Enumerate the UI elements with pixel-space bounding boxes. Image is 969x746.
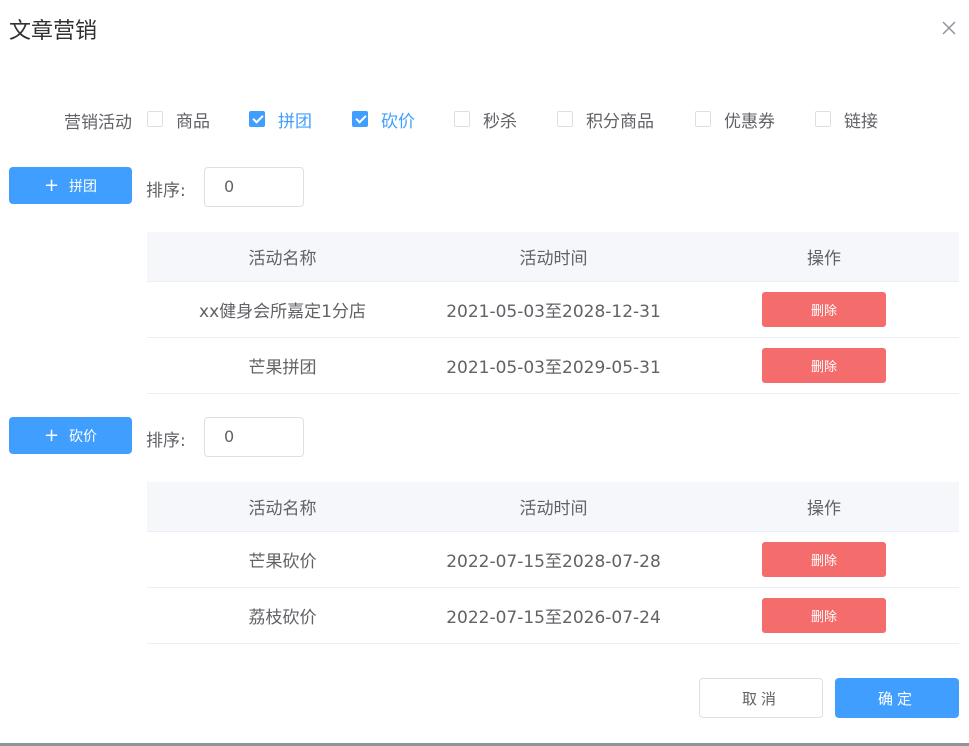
activity-label: 营销活动 [64,113,132,133]
activity-time: 2022-07-15至2028-07-28 [446,552,661,572]
checkbox-label: 拼团 [278,111,312,132]
add-button-label: 拼团 [69,178,98,195]
operation-cell: 删除 [689,348,959,383]
header-activity-name: 活动名称 [248,249,317,269]
checkbox-box[interactable] [352,111,368,127]
header-operation: 操作 [807,499,841,519]
plus-icon: + [43,174,60,196]
checkbox-box[interactable] [695,111,711,127]
checkbox-label: 砍价 [381,111,415,132]
sort-label: 排序: [146,431,186,451]
table-row: xx健身会所嘉定1分店 2021-05-03至2028-12-31 删除 [147,282,959,338]
operation-cell: 删除 [689,542,959,577]
add-group-buy-button[interactable]: + 拼团 [9,167,132,204]
header-operation: 操作 [807,249,841,269]
checkbox-label: 积分商品 [586,111,654,132]
table-row: 荔枝砍价 2022-07-15至2026-07-24 删除 [147,588,959,644]
activity-time: 2021-05-03至2029-05-31 [446,358,661,378]
activity-checkbox-group: 营销活动 商品 拼团 砍价 秒杀 积分商品 优惠券 链接 [0,104,969,133]
activity-time: 2022-07-15至2026-07-24 [446,608,661,628]
article-marketing-dialog: 文章营销 营销活动 商品 拼团 砍价 秒杀 积分商品 优惠券 链接 + 拼团 排… [0,0,969,746]
add-button-label: 砍价 [69,428,98,445]
checkbox-group-buy[interactable]: 拼团 [249,108,312,132]
activity-name: 芒果拼团 [248,358,317,378]
activity-name: 荔枝砍价 [248,608,317,628]
checkbox-flash-sale[interactable]: 秒杀 [454,108,517,132]
checkbox-box[interactable] [147,111,163,127]
delete-button[interactable]: 删除 [762,542,886,577]
checkbox-goods[interactable]: 商品 [147,108,210,132]
table-row: 芒果拼团 2021-05-03至2029-05-31 删除 [147,338,959,394]
confirm-button[interactable]: 确定 [835,678,959,718]
activity-time: 2021-05-03至2028-12-31 [446,302,661,322]
table-row: 芒果砍价 2022-07-15至2028-07-28 删除 [147,532,959,588]
sort-label: 排序: [146,181,186,201]
checkbox-box[interactable] [249,111,265,127]
table-header: 活动名称 活动时间 操作 [147,232,959,282]
header-activity-time: 活动时间 [519,499,588,519]
activity-name: xx健身会所嘉定1分店 [199,302,366,322]
checkbox-label: 优惠券 [724,111,775,132]
delete-button[interactable]: 删除 [762,292,886,327]
group-buy-table: 活动名称 活动时间 操作 xx健身会所嘉定1分店 2021-05-03至2028… [147,232,959,394]
header-activity-name: 活动名称 [248,499,317,519]
close-icon[interactable] [940,19,958,37]
checkbox-label: 链接 [844,111,878,132]
operation-cell: 删除 [689,292,959,327]
add-bargain-button[interactable]: + 砍价 [9,417,132,454]
checkbox-box[interactable] [557,111,573,127]
sort-input[interactable]: 0 [204,167,304,207]
operation-cell: 删除 [689,598,959,633]
checkbox-label: 秒杀 [483,111,517,132]
header-activity-time: 活动时间 [519,249,588,269]
sort-input[interactable]: 0 [204,417,304,457]
checkbox-bargain[interactable]: 砍价 [352,108,415,132]
checkbox-label: 商品 [176,111,210,132]
delete-button[interactable]: 删除 [762,348,886,383]
checkbox-box[interactable] [454,111,470,127]
dialog-title: 文章营销 [9,19,98,44]
activity-name: 芒果砍价 [248,552,317,572]
table-header: 活动名称 活动时间 操作 [147,482,959,532]
cancel-button[interactable]: 取消 [699,678,823,718]
plus-icon: + [43,424,60,446]
checkbox-points-goods[interactable]: 积分商品 [557,108,654,132]
checkbox-link[interactable]: 链接 [815,108,878,132]
checkbox-box[interactable] [815,111,831,127]
bargain-table: 活动名称 活动时间 操作 芒果砍价 2022-07-15至2028-07-28 … [147,482,959,644]
delete-button[interactable]: 删除 [762,598,886,633]
checkbox-coupon[interactable]: 优惠券 [695,108,775,132]
